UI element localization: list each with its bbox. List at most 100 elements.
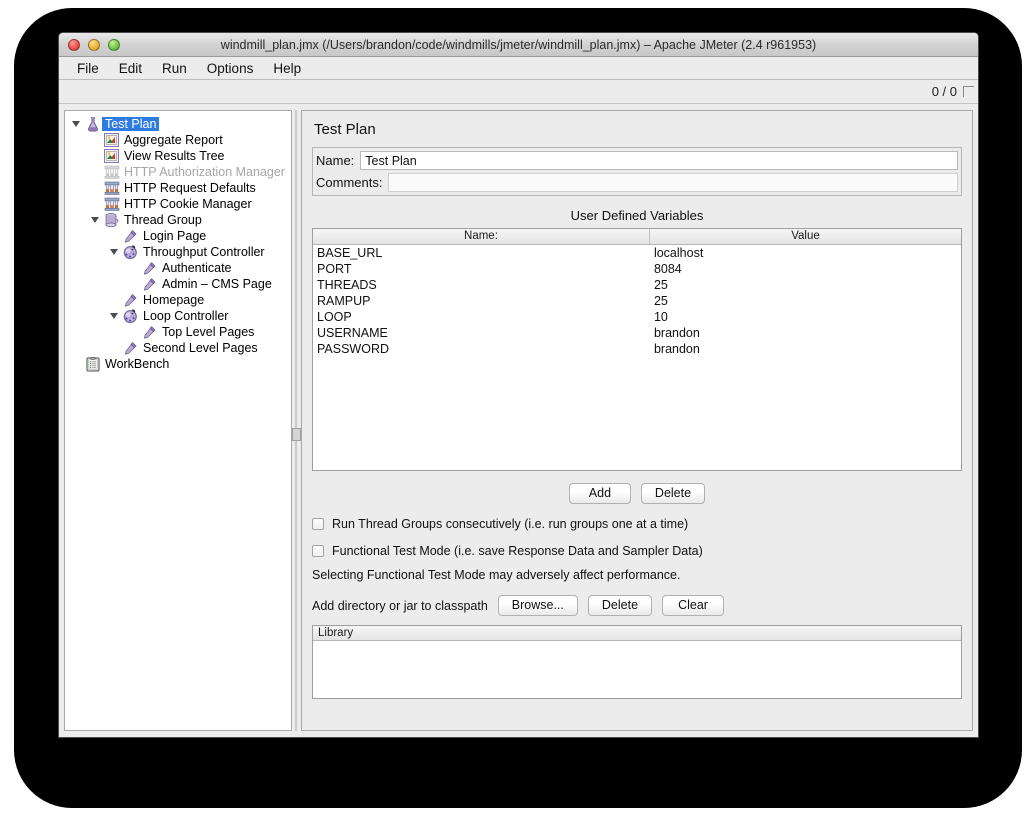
menu-run[interactable]: Run xyxy=(153,60,196,77)
menu-options[interactable]: Options xyxy=(198,60,263,77)
menu-edit[interactable]: Edit xyxy=(110,60,151,77)
tree-item-label: Thread Group xyxy=(121,213,205,227)
expand-toggle-icon[interactable] xyxy=(106,313,121,319)
tree-item-label: Second Level Pages xyxy=(140,341,261,355)
tree-item-label: Admin – CMS Page xyxy=(159,277,275,291)
functional-test-mode-row: Functional Test Mode (i.e. save Response… xyxy=(312,544,962,558)
test-plan-editor-panel: Test Plan Name: Comments: User Defined V… xyxy=(301,110,973,731)
toolbar: 0 / 0 xyxy=(59,80,978,104)
table-row[interactable]: PORT8084 xyxy=(313,261,961,277)
expand-toggle-icon[interactable] xyxy=(68,121,83,127)
split-divider[interactable] xyxy=(292,110,301,731)
pipette-icon xyxy=(140,277,159,292)
split-divider-grip[interactable] xyxy=(292,428,301,441)
variable-value-cell[interactable]: brandon xyxy=(650,341,961,357)
window-controls xyxy=(59,39,120,51)
variable-name-cell[interactable]: RAMPUP xyxy=(313,293,650,309)
name-input[interactable] xyxy=(360,151,958,170)
variable-value-cell[interactable]: 25 xyxy=(650,277,961,293)
classpath-label: Add directory or jar to classpath xyxy=(312,599,488,613)
classpath-delete-button[interactable]: Delete xyxy=(588,595,652,616)
tree-item-view-results-tree[interactable]: View Results Tree xyxy=(65,148,291,164)
library-table[interactable]: Library xyxy=(312,625,962,699)
minimize-button[interactable] xyxy=(88,39,100,51)
test-plan-tree: Test PlanAggregate ReportView Results Tr… xyxy=(65,111,291,372)
table-row[interactable]: LOOP10 xyxy=(313,309,961,325)
user-defined-variables-caption: User Defined Variables xyxy=(312,208,962,223)
tree-item-workbench[interactable]: WorkBench xyxy=(65,356,291,372)
controller-icon xyxy=(121,309,140,324)
tree-item-loop-controller[interactable]: Loop Controller xyxy=(65,308,291,324)
tree-item-authenticate[interactable]: Authenticate xyxy=(65,260,291,276)
delete-button[interactable]: Delete xyxy=(641,483,705,504)
jmeter-window: windmill_plan.jmx (/Users/brandon/code/w… xyxy=(58,32,979,738)
split-divider-bar xyxy=(295,110,297,731)
tree-item-top-level-pages[interactable]: Top Level Pages xyxy=(65,324,291,340)
controller-icon xyxy=(121,245,140,260)
main-split-pane: Test PlanAggregate ReportView Results Tr… xyxy=(59,104,978,737)
classpath-row: Add directory or jar to classpath Browse… xyxy=(312,595,962,616)
spool-icon xyxy=(102,213,121,228)
table-row[interactable]: PASSWORDbrandon xyxy=(313,341,961,357)
comments-label: Comments: xyxy=(316,175,388,190)
variable-value-cell[interactable]: brandon xyxy=(650,325,961,341)
classpath-clear-button[interactable]: Clear xyxy=(662,595,724,616)
comments-input[interactable] xyxy=(388,173,958,192)
column-header-value: Value xyxy=(650,229,961,244)
tree-item-label: Authenticate xyxy=(159,261,235,275)
variable-name-cell[interactable]: THREADS xyxy=(313,277,650,293)
variable-name-cell[interactable]: PASSWORD xyxy=(313,341,650,357)
table-header-row: Name: Value xyxy=(313,229,961,245)
close-button[interactable] xyxy=(68,39,80,51)
tree-item-label: Loop Controller xyxy=(140,309,231,323)
comments-row: Comments: xyxy=(316,173,958,192)
tree-item-http-request-defaults[interactable]: HTTP Request Defaults xyxy=(65,180,291,196)
tree-item-label: Throughput Controller xyxy=(140,245,268,259)
user-defined-variables-table[interactable]: Name: Value BASE_URLlocalhostPORT8084THR… xyxy=(312,228,962,471)
add-button[interactable]: Add xyxy=(569,483,631,504)
window-titlebar[interactable]: windmill_plan.jmx (/Users/brandon/code/w… xyxy=(59,33,978,57)
zoom-button[interactable] xyxy=(108,39,120,51)
variable-name-cell[interactable]: USERNAME xyxy=(313,325,650,341)
expand-toggle-icon[interactable] xyxy=(87,217,102,223)
variable-value-cell[interactable]: 10 xyxy=(650,309,961,325)
menu-help[interactable]: Help xyxy=(264,60,310,77)
tree-item-homepage[interactable]: Homepage xyxy=(65,292,291,308)
menu-file[interactable]: File xyxy=(68,60,108,77)
tree-item-label: Login Page xyxy=(140,229,209,243)
variable-value-cell[interactable]: 8084 xyxy=(650,261,961,277)
tree-item-second-level-pages[interactable]: Second Level Pages xyxy=(65,340,291,356)
tree-item-http-authorization-manager[interactable]: HTTP Authorization Manager xyxy=(65,164,291,180)
variable-name-cell[interactable]: BASE_URL xyxy=(313,245,650,261)
functional-test-mode-checkbox[interactable] xyxy=(312,545,324,557)
run-groups-consecutively-row: Run Thread Groups consecutively (i.e. ru… xyxy=(312,517,962,531)
table-row[interactable]: USERNAMEbrandon xyxy=(313,325,961,341)
tree-item-admin-cms-page[interactable]: Admin – CMS Page xyxy=(65,276,291,292)
tree-item-login-page[interactable]: Login Page xyxy=(65,228,291,244)
expand-toggle-icon[interactable] xyxy=(106,249,121,255)
tree-item-thread-group[interactable]: Thread Group xyxy=(65,212,291,228)
functional-test-mode-label: Functional Test Mode (i.e. save Response… xyxy=(332,544,703,558)
variable-name-cell[interactable]: PORT xyxy=(313,261,650,277)
variable-value-cell[interactable]: localhost xyxy=(650,245,961,261)
table-row[interactable]: RAMPUP25 xyxy=(313,293,961,309)
variable-name-cell[interactable]: LOOP xyxy=(313,309,650,325)
tree-item-throughput-controller[interactable]: Throughput Controller xyxy=(65,244,291,260)
report-icon xyxy=(102,149,121,163)
test-rack-icon xyxy=(102,165,121,179)
table-row[interactable]: THREADS25 xyxy=(313,277,961,293)
table-row[interactable]: BASE_URLlocalhost xyxy=(313,245,961,261)
tree-item-label: Homepage xyxy=(140,293,207,307)
tree-item-aggregate-report[interactable]: Aggregate Report xyxy=(65,132,291,148)
browse-button[interactable]: Browse... xyxy=(498,595,578,616)
test-plan-tree-panel[interactable]: Test PlanAggregate ReportView Results Tr… xyxy=(64,110,292,731)
name-comments-box: Name: Comments: xyxy=(312,147,962,196)
tree-item-test-plan[interactable]: Test Plan xyxy=(65,116,291,132)
tree-item-label: Aggregate Report xyxy=(121,133,226,147)
run-groups-consecutively-checkbox[interactable] xyxy=(312,518,324,530)
variable-value-cell[interactable]: 25 xyxy=(650,293,961,309)
tree-item-label: HTTP Request Defaults xyxy=(121,181,259,195)
page-title: Test Plan xyxy=(314,121,962,138)
pipette-icon xyxy=(121,293,140,308)
tree-item-http-cookie-manager[interactable]: HTTP Cookie Manager xyxy=(65,196,291,212)
